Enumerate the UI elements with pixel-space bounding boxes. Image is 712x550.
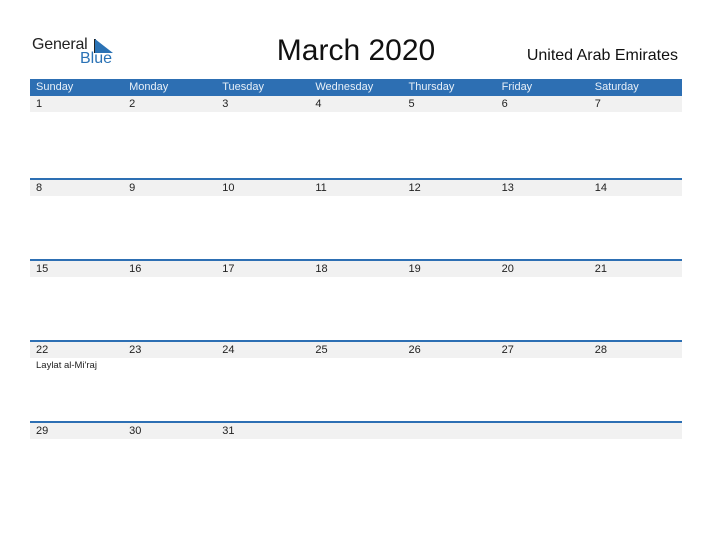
day-event xyxy=(216,196,309,197)
day-number: 24 xyxy=(222,344,235,356)
week-row: 8 9 10 11 12 13 14 xyxy=(30,178,682,259)
day-number: 10 xyxy=(222,182,235,194)
country-name: United Arab Emirates xyxy=(526,47,678,64)
event-strip xyxy=(30,277,682,278)
day-event xyxy=(589,277,682,278)
day-number: 25 xyxy=(315,344,328,356)
weekday-friday: Friday xyxy=(501,81,533,93)
day-event xyxy=(123,439,216,440)
day-event xyxy=(589,358,682,372)
weekday-thursday: Thursday xyxy=(408,81,455,93)
day-number: 26 xyxy=(408,344,421,356)
day-event xyxy=(403,439,496,440)
day-event xyxy=(496,358,589,372)
day-number-strip: 22 23 24 25 26 27 28 xyxy=(30,342,682,358)
day-event xyxy=(496,439,589,440)
day-number: 27 xyxy=(501,344,514,356)
week-row: 22 23 24 25 26 27 28 Laylat al-Mi'raj xyxy=(30,340,682,421)
day-event xyxy=(309,439,402,440)
day-number: 15 xyxy=(36,263,49,275)
weekday-wednesday: Wednesday xyxy=(315,81,374,93)
day-number: 21 xyxy=(594,263,607,275)
day-number xyxy=(496,423,589,439)
week-row: 29 30 31 xyxy=(30,421,682,502)
day-event xyxy=(309,358,402,372)
day-event xyxy=(123,358,216,372)
day-number: 22 xyxy=(36,344,49,356)
weekday-header: Sunday Monday Tuesday Wednesday Thursday… xyxy=(30,79,682,96)
day-event xyxy=(403,358,496,372)
day-number: 7 xyxy=(594,98,601,110)
weekday-monday: Monday xyxy=(129,81,169,93)
day-number: 5 xyxy=(408,98,415,110)
day-event xyxy=(123,112,216,113)
day-number: 9 xyxy=(129,182,136,194)
day-event xyxy=(309,196,402,197)
day-number: 6 xyxy=(501,98,508,110)
day-number: 20 xyxy=(501,263,514,275)
day-event xyxy=(403,277,496,278)
day-number: 4 xyxy=(315,98,322,110)
day-event xyxy=(216,358,309,372)
weekday-sunday: Sunday xyxy=(36,81,74,93)
day-event xyxy=(123,196,216,197)
weeks-container: 1 2 3 4 5 6 7 8 9 10 11 12 13 14 15 16 17 18 19 20 21 22 23 24 2… xyxy=(30,96,682,502)
week-row: 15 16 17 18 19 20 21 xyxy=(30,259,682,340)
day-event xyxy=(216,112,309,113)
day-event xyxy=(30,277,123,278)
day-number: 11 xyxy=(315,182,327,194)
day-event xyxy=(589,196,682,197)
day-event xyxy=(403,196,496,197)
day-event xyxy=(216,277,309,278)
day-event xyxy=(496,196,589,197)
day-event xyxy=(30,439,123,440)
day-event xyxy=(309,277,402,278)
day-number xyxy=(589,423,682,439)
day-number: 31 xyxy=(222,425,235,437)
week-row: 1 2 3 4 5 6 7 xyxy=(30,96,682,178)
event-strip: Laylat al-Mi'raj xyxy=(30,358,682,372)
day-number: 29 xyxy=(36,425,49,437)
calendar-grid: Sunday Monday Tuesday Wednesday Thursday… xyxy=(30,79,682,502)
weekday-saturday: Saturday xyxy=(594,81,639,93)
day-number: 12 xyxy=(408,182,421,194)
day-number-strip: 1 2 3 4 5 6 7 xyxy=(30,96,682,112)
day-number: 17 xyxy=(222,263,235,275)
day-number-strip: 29 30 31 xyxy=(30,423,682,439)
day-number: 19 xyxy=(408,263,421,275)
day-event xyxy=(309,112,402,113)
day-number: 2 xyxy=(129,98,136,110)
day-number xyxy=(403,423,496,439)
day-event xyxy=(30,112,123,113)
day-number xyxy=(309,423,402,439)
day-event xyxy=(216,439,309,440)
day-event xyxy=(123,277,216,278)
day-number-strip: 8 9 10 11 12 13 14 xyxy=(30,180,682,196)
day-event: Laylat al-Mi'raj xyxy=(36,360,97,371)
day-number: 18 xyxy=(315,263,328,275)
day-number: 3 xyxy=(222,98,229,110)
day-event xyxy=(403,112,496,113)
day-number: 23 xyxy=(129,344,142,356)
day-number: 8 xyxy=(36,182,43,194)
day-event xyxy=(496,277,589,278)
day-number: 14 xyxy=(594,182,607,194)
day-number: 16 xyxy=(129,263,142,275)
day-number: 1 xyxy=(36,98,43,110)
event-strip xyxy=(30,439,682,440)
day-number: 13 xyxy=(501,182,514,194)
day-event xyxy=(589,439,682,440)
day-number: 28 xyxy=(594,344,607,356)
day-number-strip: 15 16 17 18 19 20 21 xyxy=(30,261,682,277)
day-event xyxy=(496,112,589,113)
weekday-tuesday: Tuesday xyxy=(222,81,265,93)
event-strip xyxy=(30,196,682,197)
day-number: 30 xyxy=(129,425,142,437)
day-event xyxy=(589,112,682,113)
event-strip xyxy=(30,112,682,113)
day-event xyxy=(30,196,123,197)
